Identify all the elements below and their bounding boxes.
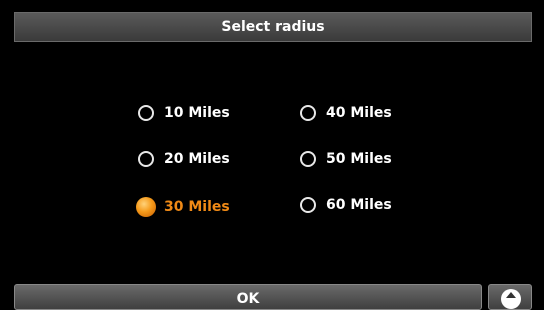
radius-option-50[interactable]: 50 Miles — [300, 151, 392, 167]
radio-button-icon[interactable] — [138, 105, 154, 121]
radio-button-icon[interactable] — [300, 151, 316, 167]
radius-option-label: 40 Miles — [326, 105, 392, 121]
radio-button-icon[interactable] — [138, 151, 154, 167]
radius-option-label: 10 Miles — [164, 105, 230, 121]
scroll-up-button[interactable] — [488, 284, 532, 310]
radius-option-label: 50 Miles — [326, 151, 392, 167]
radius-option-40[interactable]: 40 Miles — [300, 105, 392, 121]
radius-option-30[interactable]: 30 Miles — [136, 197, 230, 217]
ok-button[interactable]: OK — [14, 284, 482, 310]
radius-option-20[interactable]: 20 Miles — [138, 151, 230, 167]
title-bar: Select radius — [14, 12, 532, 42]
radius-option-10[interactable]: 10 Miles — [138, 105, 230, 121]
radius-option-label: 30 Miles — [164, 199, 230, 215]
page-title: Select radius — [221, 19, 325, 35]
radio-button-icon[interactable] — [300, 197, 316, 213]
radius-option-label: 60 Miles — [326, 197, 392, 213]
ok-button-label: OK — [236, 291, 260, 307]
radius-option-label: 20 Miles — [164, 151, 230, 167]
radio-button-icon[interactable] — [300, 105, 316, 121]
radio-selected-icon[interactable] — [136, 197, 156, 217]
radius-option-60[interactable]: 60 Miles — [300, 197, 392, 213]
up-arrow-icon — [501, 289, 521, 309]
